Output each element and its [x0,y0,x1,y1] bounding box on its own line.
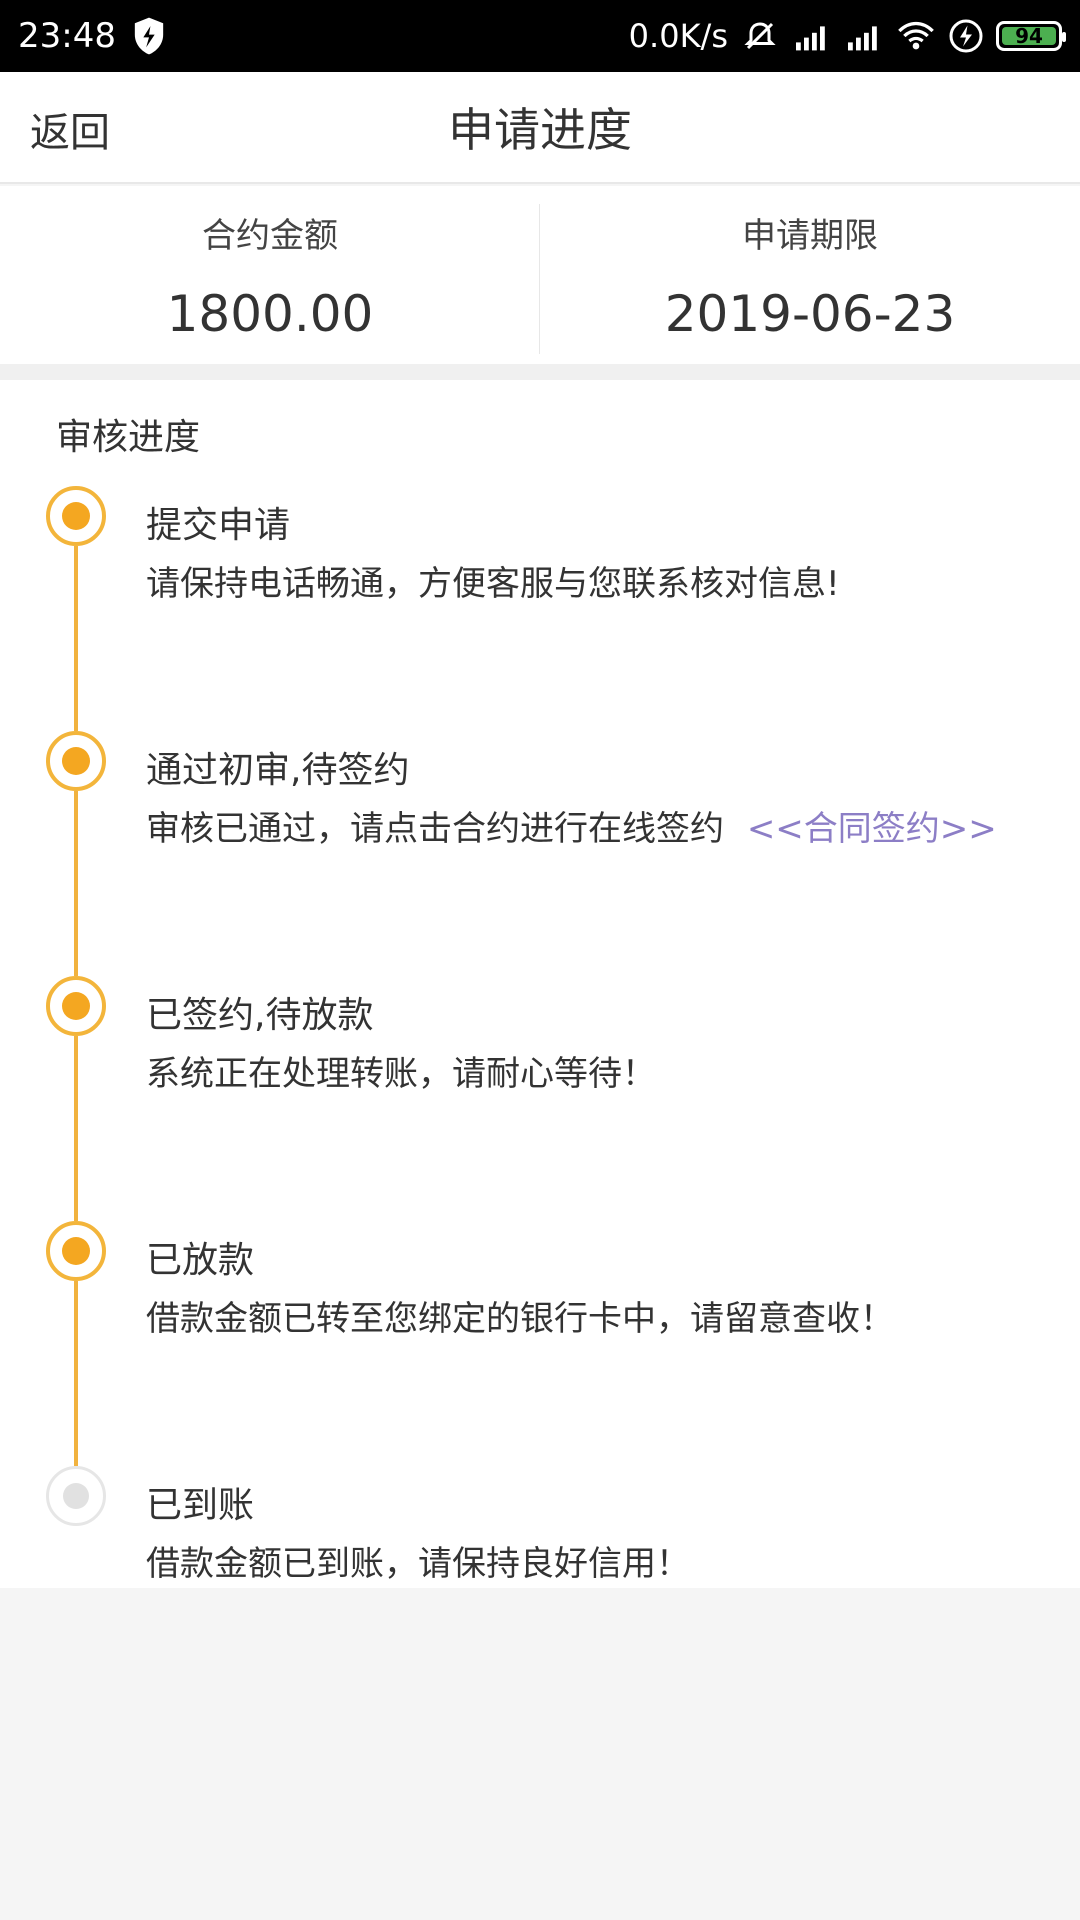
net-speed: 0.0K/s [628,17,728,55]
step-done-icon [46,976,106,1036]
deadline-value: 2019-06-23 [664,285,956,343]
step-desc-wrap: 审核已通过，请点击合约进行在线签约 <<合同签约>> [146,801,1056,850]
amount-block: 合约金额 1800.00 [0,186,540,364]
progress-step-2: 通过初审,待签约 审核已通过，请点击合约进行在线签约 <<合同签约>> [0,731,1080,976]
deadline-label: 申请期限 [742,216,878,256]
signal-icon [792,20,832,52]
page-header: 返回 申请进度 [0,72,1080,184]
mute-icon [740,18,780,54]
progress-step-1: 提交申请 请保持电话畅通，方便客服与您联系核对信息! [0,486,1080,731]
charging-icon [948,18,984,54]
timeline-line [74,791,78,976]
step-done-icon [46,1221,106,1281]
back-button[interactable]: 返回 [30,100,110,158]
step-desc: 审核已通过，请点击合约进行在线签约 [146,809,724,849]
status-bar: 23:48 0.0K/s 94 [0,0,1080,72]
progress-title: 审核进度 [56,417,201,458]
step-done-icon [46,731,106,791]
summary-card: 合约金额 1800.00 申请期限 2019-06-23 [0,186,1080,364]
step-desc: 系统正在处理转账，请耐心等待！ [146,1054,656,1094]
step-done-icon [46,486,106,546]
amount-value: 1800.00 [166,285,374,343]
signal-icon [844,20,884,52]
timeline-line [74,1036,78,1221]
step-desc: 请保持电话畅通，方便客服与您联系核对信息! [146,564,840,604]
step-pending-icon [46,1466,106,1526]
progress-step-5: 已到账 借款金额已到账，请保持良好信用！ [0,1466,1080,1586]
contract-sign-link[interactable]: <<合同签约>> [747,809,997,849]
progress-step-3: 已签约,待放款 系统正在处理转账，请耐心等待！ [0,976,1080,1221]
step-title: 通过初审,待签约 [146,750,410,791]
step-desc: 借款金额已到账，请保持良好信用！ [146,1544,690,1584]
step-title: 已签约,待放款 [146,995,374,1036]
step-title: 已到账 [146,1485,255,1526]
timeline-line [74,546,78,731]
amount-label: 合约金额 [202,216,338,256]
page-title: 申请进度 [448,103,632,157]
step-title: 已放款 [146,1240,255,1281]
section-divider [0,364,1080,380]
step-title: 提交申请 [146,505,291,546]
step-desc: 借款金额已转至您绑定的银行卡中，请留意查收！ [146,1299,894,1339]
shield-icon [132,16,166,56]
progress-step-4: 已放款 借款金额已转至您绑定的银行卡中，请留意查收！ [0,1221,1080,1466]
wifi-icon [896,19,936,53]
progress-section: 审核进度 提交申请 请保持电话畅通，方便客服与您联系核对信息! 通过初审,待签约… [0,380,1080,1588]
deadline-block: 申请期限 2019-06-23 [540,186,1080,364]
battery-level: 94 [1015,24,1043,48]
timeline-line [74,1281,78,1466]
status-time: 23:48 [18,16,116,56]
battery-icon: 94 [996,21,1066,51]
